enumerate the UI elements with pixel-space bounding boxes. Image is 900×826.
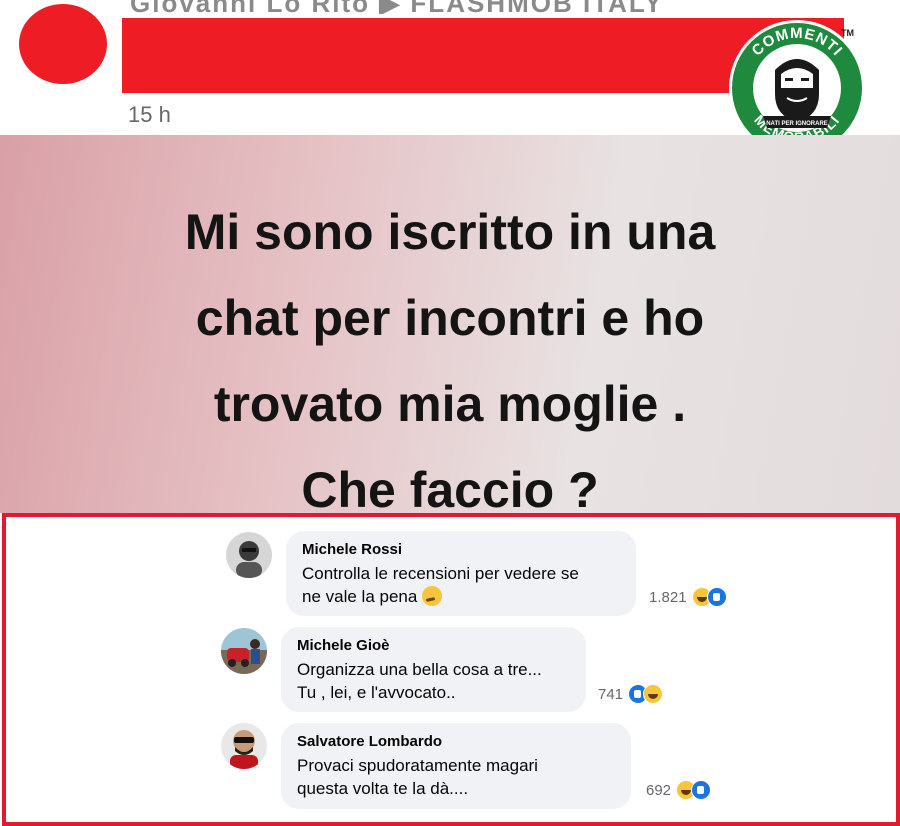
comment-text: Organizza una bella cosa a tre... Tu , l…	[297, 660, 542, 702]
reaction-summary[interactable]: 1.821	[649, 587, 727, 607]
reaction-count: 692	[646, 781, 672, 799]
reaction-count: 1.821	[649, 588, 687, 606]
meme-line: Mi sono iscritto in una	[184, 204, 716, 260]
author-name-partial: Giovanni Lo Rito ▶ FLASHMOB ITALY	[130, 0, 850, 14]
thinking-face-emoji	[422, 586, 443, 606]
meme-line: trovato mia moglie .	[213, 376, 687, 432]
reaction-summary[interactable]: 741	[598, 684, 664, 704]
commenter-avatar[interactable]	[226, 532, 272, 578]
comment-bubble: Michele Rossi Controlla le recensioni pe…	[286, 531, 636, 616]
meme-image: Mi sono iscritto in una chat per incontr…	[0, 135, 900, 518]
meme-text: Mi sono iscritto in una chat per incontr…	[0, 189, 900, 533]
comment-bubble: Michele Gioè Organizza una bella cosa a …	[281, 627, 586, 712]
commenter-name[interactable]: Michele Rossi	[302, 541, 622, 558]
like-reaction-icon	[691, 780, 712, 800]
reaction-summary[interactable]: 692	[646, 780, 712, 800]
post-timestamp[interactable]: 15 h	[128, 102, 171, 128]
reaction-count: 741	[598, 685, 624, 703]
commenter-avatar[interactable]	[221, 628, 267, 674]
comment-text: Provaci spudoratamente magari questa vol…	[297, 756, 538, 798]
commenter-name[interactable]: Michele Gioè	[297, 637, 572, 654]
commenter-avatar[interactable]	[221, 723, 267, 769]
comments-section: Michele Rossi Controlla le recensioni pe…	[2, 513, 900, 826]
comment-bubble: Salvatore Lombardo Provaci spudoratament…	[281, 723, 631, 809]
logo-tagline: NATI PER IGNORARE	[766, 121, 828, 127]
like-reaction-icon	[706, 587, 727, 607]
redacted-avatar[interactable]	[19, 4, 107, 84]
meme-line: chat per incontri e ho	[195, 290, 705, 346]
trademark-mark: TM	[841, 28, 854, 38]
commenter-name[interactable]: Salvatore Lombardo	[297, 733, 617, 750]
haha-reaction-icon	[643, 684, 664, 704]
